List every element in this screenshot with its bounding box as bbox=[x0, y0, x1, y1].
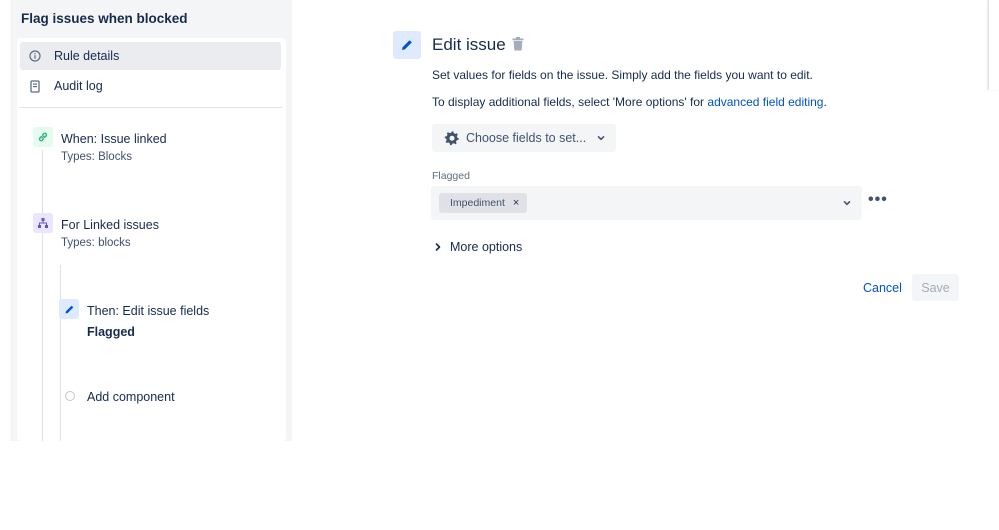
trigger-step[interactable]: When: Issue linked Types: Blocks bbox=[61, 132, 167, 163]
trigger-subtitle: Types: Blocks bbox=[61, 151, 132, 163]
divider bbox=[20, 107, 282, 108]
branch-step[interactable]: For Linked issues Types: blocks bbox=[61, 218, 159, 249]
chip-label: Impediment bbox=[450, 197, 505, 209]
page-title: Edit issue bbox=[432, 35, 506, 54]
cancel-button[interactable]: Cancel bbox=[855, 275, 910, 301]
more-options-toggle[interactable]: More options bbox=[434, 240, 522, 254]
branch-subtitle: Types: blocks bbox=[61, 237, 131, 249]
pencil-icon bbox=[59, 299, 79, 319]
link-icon bbox=[33, 127, 53, 147]
branch-connector bbox=[60, 265, 61, 441]
info-icon bbox=[28, 50, 42, 62]
action-step[interactable]: Then: Edit issue fields Flagged bbox=[87, 304, 209, 339]
rule-title: Flag issues when blocked bbox=[21, 11, 188, 26]
document-icon bbox=[28, 79, 42, 93]
description-prefix: To display additional fields, select 'Mo… bbox=[432, 95, 708, 109]
side-panel-edge bbox=[988, 0, 999, 90]
action-title: Then: Edit issue fields bbox=[87, 304, 210, 318]
nav-rule-details-label: Rule details bbox=[54, 49, 120, 63]
choose-fields-label: Choose fields to set... bbox=[466, 131, 587, 145]
chevron-down-icon[interactable] bbox=[842, 198, 852, 208]
choose-fields-button[interactable]: Choose fields to set... bbox=[432, 124, 616, 152]
nav-audit-log-label: Audit log bbox=[54, 79, 103, 93]
gear-icon bbox=[444, 130, 460, 146]
more-actions-button[interactable]: ••• bbox=[868, 191, 888, 209]
more-options-label: More options bbox=[450, 240, 523, 254]
flow-connector bbox=[42, 150, 43, 441]
description-line-1: Set values for fields on the issue. Simp… bbox=[432, 68, 813, 82]
save-button[interactable]: Save bbox=[912, 274, 959, 301]
chevron-right-icon bbox=[434, 242, 442, 252]
edit-issue-icon bbox=[393, 31, 421, 59]
rule-panel: Rule details Audit log When: Issue linke… bbox=[17, 38, 286, 441]
advanced-field-editing-link[interactable]: advanced field editing bbox=[707, 95, 823, 109]
nav-audit-log[interactable]: Audit log bbox=[20, 72, 281, 100]
impediment-chip: Impediment × bbox=[439, 193, 528, 213]
description-line-2: To display additional fields, select 'Mo… bbox=[432, 95, 827, 109]
add-component-dot bbox=[65, 391, 75, 401]
branch-icon bbox=[33, 213, 53, 233]
add-component-button[interactable]: Add component bbox=[87, 390, 175, 404]
description-suffix: . bbox=[823, 95, 827, 109]
flagged-select[interactable]: Impediment × bbox=[431, 186, 862, 220]
nav-rule-details[interactable]: Rule details bbox=[20, 42, 281, 70]
add-component-label: Add component bbox=[87, 390, 175, 404]
chevron-down-icon bbox=[596, 133, 606, 143]
rule-sidebar: Flag issues when blocked Rule details Au… bbox=[10, 0, 292, 441]
trash-icon[interactable] bbox=[512, 37, 524, 56]
trigger-title: When: Issue linked bbox=[61, 132, 167, 146]
flagged-field-label: Flagged bbox=[432, 170, 470, 182]
action-field: Flagged bbox=[87, 325, 135, 339]
chip-remove-icon[interactable]: × bbox=[513, 197, 519, 209]
branch-title: For Linked issues bbox=[61, 218, 159, 232]
